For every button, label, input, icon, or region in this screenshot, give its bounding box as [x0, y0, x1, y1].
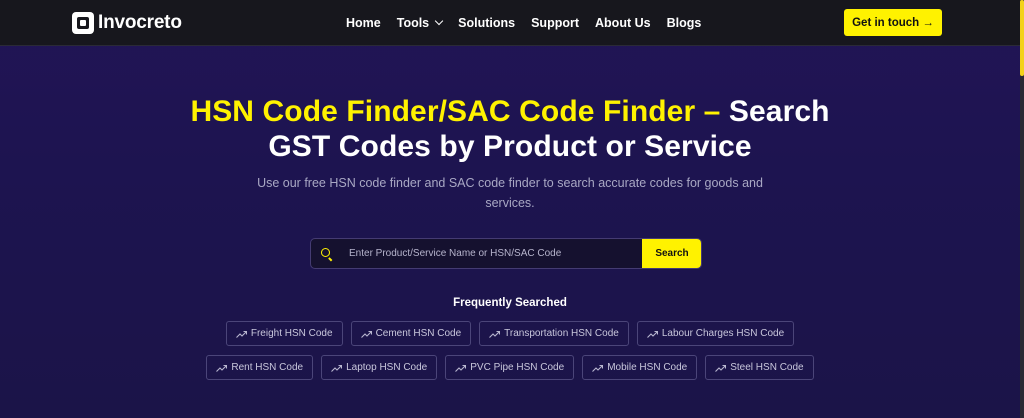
nav-item-solutions[interactable]: Solutions	[458, 16, 515, 30]
chip-row-1: Freight HSN Code Cement HSN Code Transpo…	[0, 321, 1020, 346]
chip-label: Labour Charges HSN Code	[661, 328, 785, 339]
chip-mobile-hsn-code[interactable]: Mobile HSN Code	[582, 355, 698, 380]
trending-up-icon	[592, 364, 604, 372]
chip-label: Freight HSN Code	[250, 328, 333, 339]
trending-up-icon	[646, 330, 658, 338]
nav-item-label: Tools	[396, 16, 430, 30]
scrollbar-thumb[interactable]	[1020, 0, 1024, 76]
chip-label: Laptop HSN Code	[346, 362, 428, 373]
frequently-searched-heading: Frequently Searched	[453, 297, 567, 309]
title-rest-line-2: GST Codes by Product or Service	[268, 130, 752, 163]
chip-labour-charges-hsn-code[interactable]: Labour Charges HSN Code	[636, 321, 795, 346]
chip-freight-hsn-code[interactable]: Freight HSN Code	[225, 321, 343, 346]
chip-label: Rent HSN Code	[231, 362, 304, 373]
get-in-touch-button[interactable]: Get in touch →	[844, 9, 942, 36]
trending-up-icon	[455, 364, 467, 372]
title-highlight: HSN Code Finder/SAC Code Finder –	[190, 95, 721, 128]
chip-cement-hsn-code[interactable]: Cement HSN Code	[350, 321, 472, 346]
search-icon	[311, 239, 341, 268]
chip-transportation-hsn-code[interactable]: Transportation HSN Code	[479, 321, 629, 346]
trending-up-icon	[715, 364, 727, 372]
logo-icon	[72, 12, 94, 34]
main-nav: Home Tools Solutions Support About Us Bl…	[346, 0, 717, 46]
nav-item-home[interactable]: Home	[346, 16, 381, 30]
trending-up-icon	[360, 330, 372, 338]
nav-item-label: Home	[346, 16, 381, 30]
chevron-down-icon	[434, 16, 444, 26]
search-input[interactable]	[341, 239, 642, 268]
chip-label: Steel HSN Code	[730, 362, 804, 373]
chip-label: Mobile HSN Code	[607, 362, 688, 373]
top-navbar: Invocreto Home Tools Solutions Support A…	[0, 0, 1024, 46]
search-button[interactable]: Search	[642, 239, 701, 268]
brand-logo[interactable]: Invocreto	[72, 10, 182, 36]
page-subtitle: Use our free HSN code finder and SAC cod…	[257, 176, 763, 210]
nav-item-label: About Us	[595, 16, 651, 30]
chip-label: Transportation HSN Code	[504, 328, 619, 339]
nav-item-about-us[interactable]: About Us	[595, 16, 651, 30]
chip-label: Cement HSN Code	[375, 328, 462, 339]
search-bar: Search	[310, 238, 702, 269]
page-title: HSN Code Finder/SAC Code Finder – Search…	[0, 94, 1020, 164]
trending-up-icon	[331, 364, 343, 372]
chip-laptop-hsn-code[interactable]: Laptop HSN Code	[321, 355, 438, 380]
chip-rent-hsn-code[interactable]: Rent HSN Code	[206, 355, 314, 380]
nav-item-label: Solutions	[458, 16, 516, 30]
nav-item-label: Support	[531, 16, 580, 30]
nav-item-label: Blogs	[666, 16, 702, 30]
title-rest-line-1: Search	[728, 95, 830, 128]
trending-up-icon	[216, 364, 228, 372]
nav-item-blogs[interactable]: Blogs	[667, 16, 702, 30]
nav-item-support[interactable]: Support	[531, 16, 579, 30]
brand-name: Invocreto	[98, 12, 182, 33]
chip-row-2: Rent HSN Code Laptop HSN Code PVC Pipe H…	[0, 355, 1020, 380]
chip-steel-hsn-code[interactable]: Steel HSN Code	[705, 355, 814, 380]
nav-item-tools[interactable]: Tools	[396, 16, 444, 30]
trending-up-icon	[235, 330, 247, 338]
chip-label: PVC Pipe HSN Code	[470, 362, 565, 373]
trending-up-icon	[489, 330, 501, 338]
page-scrollbar[interactable]	[1020, 0, 1024, 418]
chip-pvc-pipe-hsn-code[interactable]: PVC Pipe HSN Code	[445, 355, 575, 380]
